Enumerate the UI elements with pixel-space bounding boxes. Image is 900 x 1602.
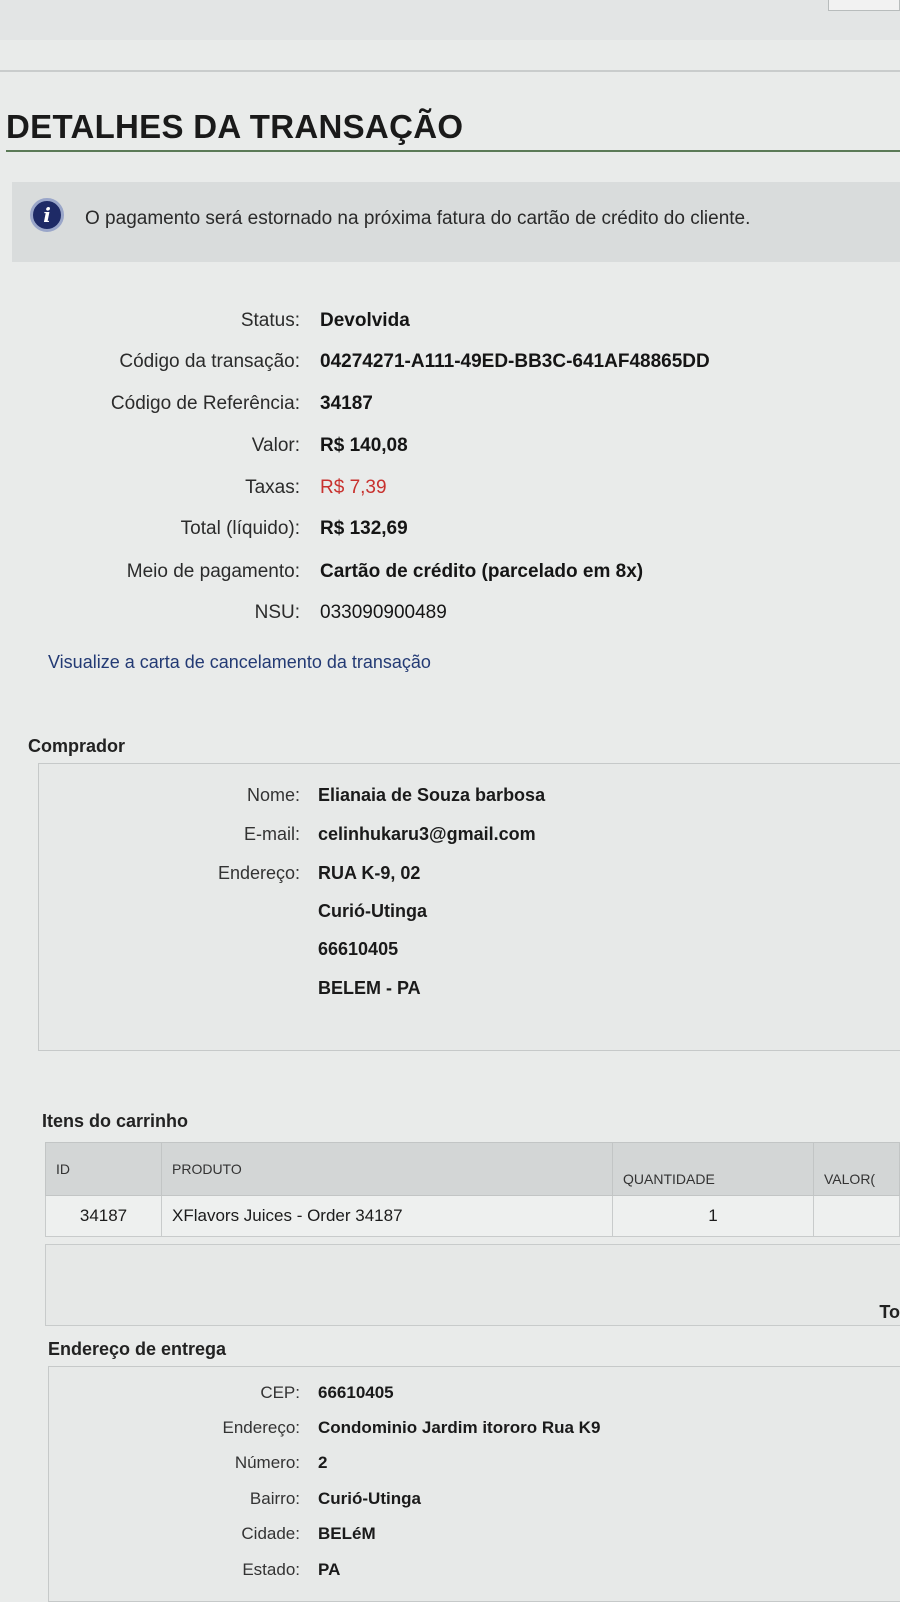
buyer-name-value: Elianaia de Souza barbosa <box>318 785 546 805</box>
cart-footer <box>45 1244 900 1326</box>
cart-cell-id: 34187 <box>45 1195 162 1237</box>
payment-method-row: Meio de pagamento: Cartão de crédito (pa… <box>0 561 900 591</box>
buyer-address-label: Endereço: <box>217 863 300 883</box>
buyer-address-line: Curió-Utinga <box>318 901 427 921</box>
cart-header-quantity: QUANTIDADE <box>612 1142 814 1196</box>
cart-cell-quantity: 1 <box>612 1195 814 1237</box>
shipping-state-label: Estado: <box>242 1560 300 1579</box>
shipping-district-value: Curió-Utinga <box>318 1489 421 1508</box>
shipping-cep-label: CEP: <box>260 1383 300 1402</box>
shipping-city-value: BELéM <box>318 1524 376 1543</box>
transaction-code-value: 04274271-A111-49ED-BB3C-641AF48865DD <box>320 351 710 372</box>
transaction-code-label: Código da transação: <box>119 351 300 372</box>
cart-total-label: To <box>879 1302 900 1322</box>
buyer-email-label: E-mail: <box>243 824 300 844</box>
cart-header-value: VALOR( <box>813 1142 900 1196</box>
shipping-section-title: Endereço de entrega <box>48 1339 227 1359</box>
buyer-address-line: BELEM - PA <box>318 978 421 998</box>
transaction-code-row: Código da transação: 04274271-A111-49ED-… <box>0 351 900 381</box>
amount-row: Valor: R$ 140,08 <box>0 435 900 465</box>
buyer-email-value: celinhukaru3@gmail.com <box>318 824 536 844</box>
shipping-address-label: Endereço: <box>222 1418 301 1437</box>
shipping-number-row: Número: 2 <box>0 1453 900 1481</box>
buyer-address-line: RUA K-9, 02 <box>318 863 421 883</box>
cart-cell-product: XFlavors Juices - Order 34187 <box>161 1195 613 1237</box>
buyer-name-row: Nome: Elianaia de Souza barbosa <box>0 785 900 815</box>
cart-header-product: PRODUTO <box>161 1142 613 1196</box>
nsu-value: 033090900489 <box>320 602 447 623</box>
table-row: 34187 XFlavors Juices - Order 34187 1 <box>45 1195 900 1237</box>
status-row: Status: Devolvida <box>0 310 900 340</box>
cart-table: ID PRODUTO QUANTIDADE VALOR( 34187 XFlav… <box>45 1142 900 1237</box>
cart-section-title: Itens do carrinho <box>42 1111 189 1131</box>
fees-row: Taxas: R$ 7,39 <box>0 477 900 507</box>
payment-method-label: Meio de pagamento: <box>126 561 300 582</box>
shipping-number-label: Número: <box>234 1453 300 1472</box>
title-underline <box>6 150 900 152</box>
shipping-address-value: Condominio Jardim itororo Rua K9 <box>318 1418 601 1437</box>
status-value: Devolvida <box>320 310 410 331</box>
cart-cell-value <box>813 1195 900 1237</box>
shipping-state-row: Estado: PA <box>0 1560 900 1588</box>
cart-header-id: ID <box>45 1142 162 1196</box>
reference-code-value: 34187 <box>320 393 373 414</box>
shipping-cep-value: 66610405 <box>318 1383 394 1402</box>
payment-method-value: Cartão de crédito (parcelado em 8x) <box>320 561 644 582</box>
reference-code-row: Código de Referência: 34187 <box>0 393 900 423</box>
buyer-address-line: 66610405 <box>318 939 399 959</box>
info-icon: i <box>30 198 64 232</box>
shipping-district-label: Bairro: <box>249 1489 300 1508</box>
shipping-address-row: Endereço: Condominio Jardim itororo Rua … <box>0 1418 900 1446</box>
page-title: DETALHES DA TRANSAÇÃO <box>6 108 464 145</box>
info-notice-text: O pagamento será estornado na próxima fa… <box>85 208 751 229</box>
cart-header-row: ID PRODUTO QUANTIDADE VALOR( <box>45 1142 900 1196</box>
cancellation-letter-link[interactable]: Visualize a carta de cancelamento da tra… <box>48 652 431 673</box>
shipping-state-value: PA <box>318 1560 341 1579</box>
net-total-row: Total (líquido): R$ 132,69 <box>0 518 900 548</box>
amount-label: Valor: <box>251 435 300 456</box>
status-label: Status: <box>240 310 300 331</box>
net-total-label: Total (líquido): <box>180 518 300 539</box>
net-total-value: R$ 132,69 <box>320 518 408 539</box>
reference-code-label: Código de Referência: <box>110 393 300 414</box>
shipping-city-row: Cidade: BELéM <box>0 1524 900 1552</box>
nsu-label: NSU: <box>254 602 300 623</box>
fees-label: Taxas: <box>245 477 300 498</box>
amount-value: R$ 140,08 <box>320 435 408 456</box>
shipping-district-row: Bairro: Curió-Utinga <box>0 1489 900 1517</box>
top-right-button[interactable] <box>828 0 900 11</box>
shipping-number-value: 2 <box>318 1453 328 1472</box>
buyer-section-title: Comprador <box>28 736 126 756</box>
top-bar <box>0 0 900 40</box>
top-divider <box>0 70 900 72</box>
shipping-cep-row: CEP: 66610405 <box>0 1383 900 1411</box>
shipping-city-label: Cidade: <box>241 1524 300 1543</box>
buyer-address-row: Endereço: <box>0 863 900 893</box>
buyer-name-label: Nome: <box>246 785 300 805</box>
fees-value: R$ 7,39 <box>320 477 387 498</box>
buyer-email-row: E-mail: celinhukaru3@gmail.com <box>0 824 900 854</box>
info-notice: i O pagamento será estornado na próxima … <box>12 182 900 262</box>
nsu-row: NSU: 033090900489 <box>0 602 900 632</box>
